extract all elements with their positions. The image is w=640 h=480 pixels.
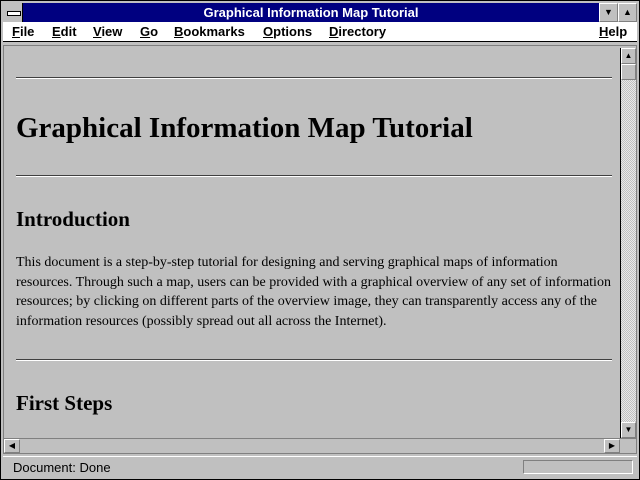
title-bar[interactable]: Graphical Information Map Tutorial ▼ ▲ [3, 3, 637, 22]
menu-edit[interactable]: Edit [52, 24, 77, 40]
menu-view[interactable]: View [93, 24, 122, 40]
scroll-up-button[interactable]: ▲ [621, 48, 636, 64]
menu-options[interactable]: Options [263, 24, 312, 40]
status-text: Document: Done [13, 460, 111, 475]
menu-file[interactable]: File [12, 24, 34, 40]
page-heading: Graphical Information Map Tutorial [16, 112, 473, 144]
horizontal-rule [16, 359, 612, 361]
arrow-left-icon: ◀ [8, 441, 16, 450]
browser-window: Graphical Information Map Tutorial ▼ ▲ F… [0, 0, 640, 480]
document-frame: Graphical Information Map Tutorial Intro… [3, 45, 637, 454]
arrow-up-icon: ▲ [624, 51, 633, 60]
vertical-scrollbar[interactable]: ▲ ▼ [620, 48, 636, 438]
arrow-right-icon: ▶ [608, 441, 616, 450]
system-menu-button[interactable] [3, 3, 23, 22]
scroll-left-button[interactable]: ◀ [4, 439, 20, 453]
minimize-button[interactable]: ▼ [599, 3, 618, 22]
status-bar: Document: Done [3, 456, 637, 478]
arrow-down-icon: ▼ [624, 425, 633, 434]
menu-bookmarks[interactable]: Bookmarks [174, 24, 245, 40]
vertical-scroll-track[interactable] [621, 64, 636, 422]
menu-help[interactable]: Help [599, 24, 627, 40]
maximize-button[interactable]: ▲ [618, 3, 637, 22]
horizontal-scroll-track[interactable] [20, 439, 604, 453]
window-title: Graphical Information Map Tutorial [203, 5, 419, 20]
vertical-scroll-thumb[interactable] [621, 64, 636, 80]
triangle-down-icon: ▼ [604, 7, 613, 17]
introduction-paragraph: This document is a step-by-step tutorial… [16, 255, 611, 329]
menu-go[interactable]: Go [140, 24, 158, 40]
section-heading-first-steps: First Steps [16, 391, 113, 415]
menu-directory[interactable]: Directory [329, 24, 386, 40]
document-view[interactable]: Graphical Information Map Tutorial Intro… [4, 48, 620, 438]
scroll-down-button[interactable]: ▼ [621, 422, 636, 438]
section-heading-introduction: Introduction [16, 207, 130, 231]
triangle-up-icon: ▲ [623, 7, 632, 17]
system-menu-icon [7, 11, 21, 16]
menu-bar: File Edit View Go Bookmarks Options Dire… [3, 22, 637, 42]
horizontal-rule [16, 175, 612, 177]
progress-indicator [523, 460, 633, 474]
horizontal-rule [16, 77, 612, 79]
scroll-right-button[interactable]: ▶ [604, 439, 620, 453]
horizontal-scrollbar[interactable]: ◀ ▶ [4, 438, 636, 453]
